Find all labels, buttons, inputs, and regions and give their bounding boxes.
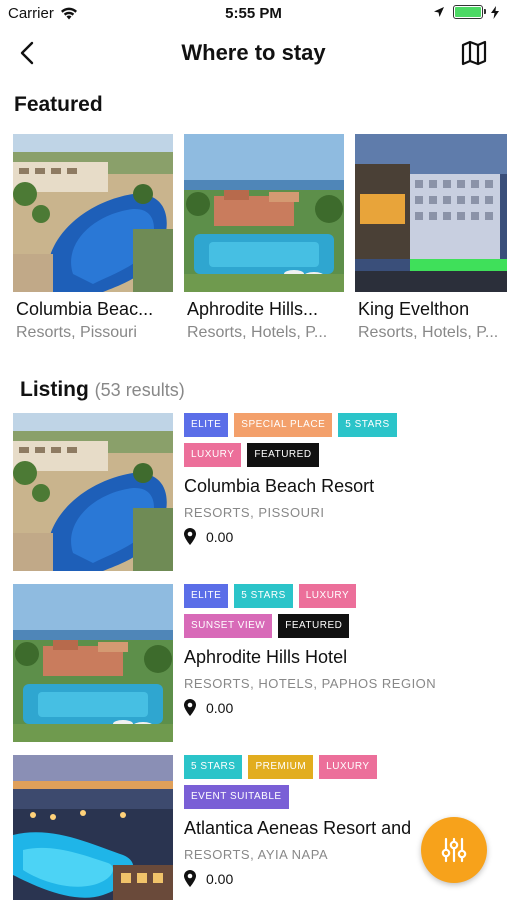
map-icon	[461, 40, 487, 66]
status-time: 5:55 PM	[225, 5, 282, 22]
featured-card-title: Columbia Beac...	[16, 299, 154, 319]
featured-card[interactable]: Aphrodite Hills... Resorts, Hotels, P...	[184, 134, 344, 342]
sliders-icon	[441, 837, 467, 863]
tag-list: ELITE SPECIAL PLACE 5 STARS LUXURY FEATU…	[184, 413, 444, 467]
tag-badge: FEATURED	[278, 614, 350, 638]
featured-card-image	[355, 134, 507, 292]
list-item-image	[13, 584, 173, 742]
featured-card-title: King Evelthon	[358, 299, 470, 319]
featured-card-image	[184, 134, 344, 292]
tag-badge: 5 STARS	[184, 755, 243, 779]
map-button[interactable]	[459, 38, 489, 68]
featured-carousel[interactable]: Columbia Beac... Resorts, Pissouri Aphro…	[13, 134, 507, 349]
list-item-category: RESORTS, PISSOURI	[184, 505, 325, 520]
location-arrow-icon	[434, 7, 444, 17]
tag-badge: 5 STARS	[234, 584, 293, 608]
featured-card-subtitle: Resorts, Hotels, P...	[187, 324, 328, 341]
map-pin-icon	[184, 699, 196, 716]
map-pin-icon	[184, 528, 196, 545]
list-item-distance: 0.00	[206, 870, 234, 887]
list-item-location: 0.00	[184, 699, 504, 716]
tag-badge: PREMIUM	[248, 755, 314, 779]
featured-card-title: Aphrodite Hills...	[187, 299, 319, 319]
page-title: Where to stay	[181, 40, 326, 65]
featured-card-image	[13, 134, 173, 292]
featured-heading: Featured	[14, 93, 103, 116]
tag-badge: SUNSET VIEW	[184, 614, 273, 638]
map-pin-icon	[184, 870, 196, 887]
tag-badge: EVENT SUITABLE	[184, 785, 289, 809]
list-item-location: 0.00	[184, 528, 504, 545]
featured-card-subtitle: Resorts, Pissouri	[16, 324, 137, 341]
featured-card-subtitle: Resorts, Hotels, P...	[358, 324, 499, 341]
status-bar: Carrier 5:55 PM	[0, 0, 507, 28]
tag-badge: LUXURY	[319, 755, 377, 779]
tag-badge: FEATURED	[247, 443, 319, 467]
tag-badge: ELITE	[184, 413, 229, 437]
tag-badge: SPECIAL PLACE	[234, 413, 333, 437]
list-item[interactable]: ELITE SPECIAL PLACE 5 STARS LUXURY FEATU…	[13, 413, 507, 573]
tag-badge: LUXURY	[298, 584, 357, 608]
listing-result-count: (53 results)	[94, 380, 185, 400]
tag-badge: ELITE	[184, 584, 229, 608]
list-item-distance: 0.00	[206, 699, 234, 716]
list-item-category: RESORTS, HOTELS, PAPHOS REGION	[184, 676, 437, 691]
listing-heading-label: Listing	[20, 378, 89, 401]
battery-icon	[453, 5, 486, 19]
list-item-title: Aphrodite Hills Hotel	[184, 647, 348, 667]
tag-badge: 5 STARS	[338, 413, 397, 437]
list-item-image	[13, 755, 173, 900]
navigation-bar: Where to stay	[0, 28, 507, 78]
tag-list: ELITE 5 STARS LUXURY SUNSET VIEW FEATURE…	[184, 584, 444, 638]
featured-card[interactable]: Columbia Beac... Resorts, Pissouri	[13, 134, 173, 342]
list-item-distance: 0.00	[206, 528, 234, 545]
list-item[interactable]: ELITE 5 STARS LUXURY SUNSET VIEW FEATURE…	[13, 584, 507, 744]
charging-bolt-icon	[491, 5, 499, 19]
featured-card[interactable]: King Evelthon Resorts, Hotels, P...	[355, 134, 507, 342]
listing-heading: Listing (53 results)	[20, 378, 185, 402]
tag-badge: LUXURY	[184, 443, 242, 467]
tag-list: 5 STARS PREMIUM LUXURY EVENT SUITABLE	[184, 755, 444, 809]
list-item-image	[13, 413, 173, 571]
filter-button[interactable]	[421, 817, 487, 883]
list-item-title: Columbia Beach Resort	[184, 476, 375, 496]
